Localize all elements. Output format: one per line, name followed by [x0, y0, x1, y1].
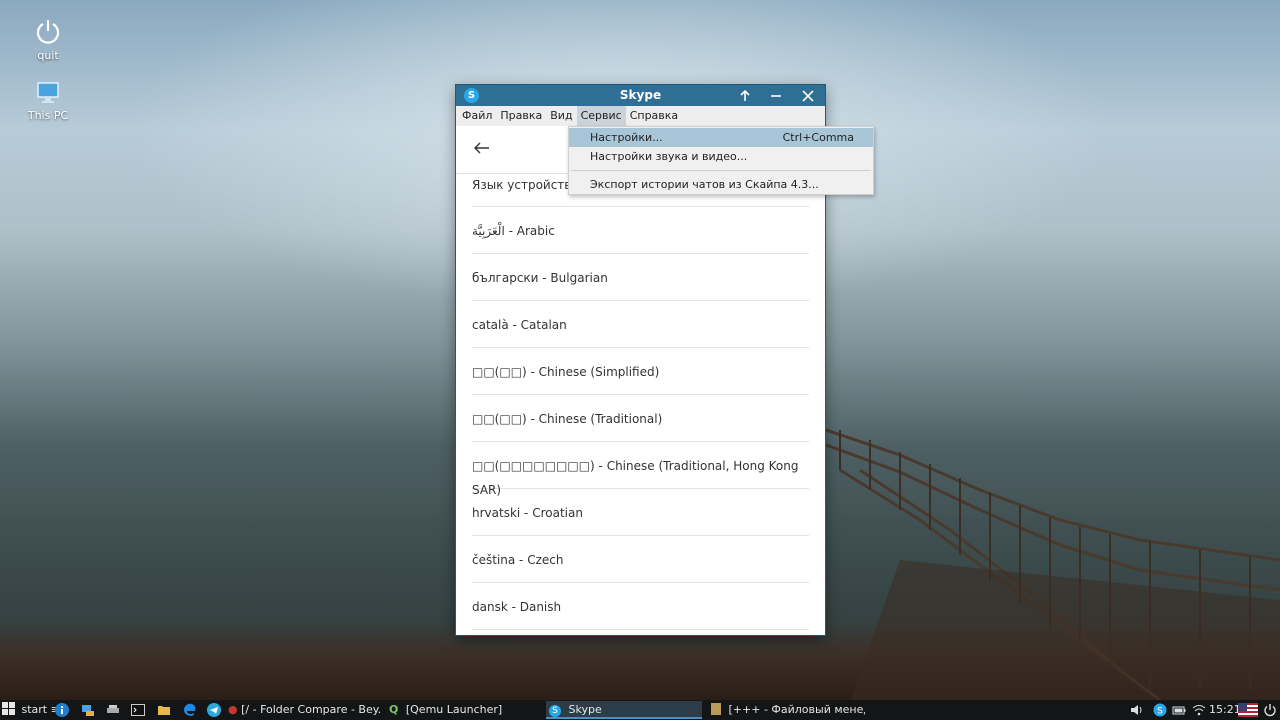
- language-label: hrvatski - Croatian: [472, 506, 583, 520]
- power-icon: [36, 20, 60, 44]
- language-item[interactable]: čeština - Czech: [472, 536, 809, 583]
- menu-separator: [571, 170, 871, 171]
- menu-item-export-history[interactable]: Экспорт истории чатов из Скайпа 4.3...: [569, 175, 873, 194]
- edge-browser-icon[interactable]: [183, 703, 197, 717]
- language-label: български - Bulgarian: [472, 271, 608, 285]
- telegram-icon[interactable]: [207, 703, 221, 717]
- language-label: dansk - Danish: [472, 600, 562, 614]
- menu-help[interactable]: Справка: [626, 106, 682, 126]
- desktop-icon-label: quit: [37, 49, 59, 62]
- menu-item-shortcut: Ctrl+Comma: [782, 131, 854, 144]
- language-item[interactable]: català - Catalan: [472, 301, 809, 348]
- desktop-icon-this-pc[interactable]: This PC: [13, 80, 83, 122]
- task-folder-compare[interactable]: ● [/ - Folder Compare - Bey...: [228, 701, 380, 719]
- minimize-button[interactable]: [767, 87, 785, 104]
- desktop-icon-label: This PC: [27, 109, 69, 122]
- language-item[interactable]: dansk - Danish: [472, 583, 809, 630]
- task-label: [/ - Folder Compare - Bey...: [241, 703, 380, 716]
- task-label: [Qemu Launcher]: [405, 703, 503, 716]
- arrow-up-icon: [740, 89, 750, 101]
- file-manager-icon: [711, 703, 721, 715]
- menu-bar: Файл Правка Вид Сервис Справка: [456, 106, 825, 126]
- menu-item-label: Настройки звука и видео...: [590, 150, 748, 163]
- language-label: čeština - Czech: [472, 553, 564, 567]
- language-label: الْعَرَبِيَّة - Arabic: [472, 224, 555, 238]
- battery-icon[interactable]: [1172, 703, 1186, 717]
- start-button[interactable]: start ≡: [2, 700, 60, 720]
- svg-text:S: S: [1157, 707, 1163, 717]
- menu-item-label: Настройки...: [590, 131, 663, 144]
- menu-item-label: Экспорт истории чатов из Скайпа 4.3...: [590, 178, 819, 191]
- task-skype[interactable]: S Skype: [546, 701, 702, 719]
- language-item[interactable]: hrvatski - Croatian: [472, 489, 809, 536]
- menu-file[interactable]: Файл: [458, 106, 496, 126]
- language-label: català - Catalan: [472, 318, 567, 332]
- language-settings-panel: Язык устройства الْعَرَبِيَّة - Arabic б…: [456, 126, 825, 635]
- back-arrow-icon[interactable]: [472, 138, 492, 158]
- volume-icon[interactable]: [1130, 703, 1144, 717]
- qemu-icon: Q: [389, 703, 399, 716]
- computer-icon: [37, 82, 59, 103]
- task-qemu-launcher[interactable]: Q [Qemu Launcher]: [389, 701, 539, 719]
- wifi-icon[interactable]: [1192, 703, 1206, 717]
- us-flag-icon[interactable]: [1238, 703, 1258, 717]
- desktop-icon-quit[interactable]: quit: [13, 18, 83, 62]
- taskbar: start ≡ ● [/ - Folder Compare - Bey... Q…: [0, 700, 1280, 720]
- power-icon[interactable]: [1263, 703, 1277, 717]
- language-item[interactable]: □□(□□) - Chinese (Traditional): [472, 395, 809, 442]
- task-file-manager[interactable]: [+++ - Файловый менедж...: [709, 701, 865, 719]
- menu-item-audio-video-settings[interactable]: Настройки звука и видео...: [569, 147, 873, 166]
- task-label: Skype: [568, 703, 602, 716]
- beyond-compare-icon: ●: [228, 703, 238, 716]
- language-list: Язык устройства الْعَرَبِيَّة - Arabic б…: [472, 174, 809, 630]
- menu-tools[interactable]: Сервис: [576, 106, 626, 126]
- start-label: start: [21, 703, 48, 716]
- menu-view[interactable]: Вид: [546, 106, 576, 126]
- close-icon: [802, 90, 814, 102]
- title-bar[interactable]: S Skype: [456, 85, 825, 106]
- folder-icon[interactable]: [157, 703, 171, 717]
- terminal-icon[interactable]: [131, 703, 145, 717]
- tools-menu-dropdown: Настройки... Ctrl+Comma Настройки звука …: [568, 126, 874, 195]
- windows-logo-icon: [2, 702, 15, 715]
- close-button[interactable]: [799, 87, 817, 104]
- menu-edit[interactable]: Правка: [496, 106, 546, 126]
- language-label: □□(□□) - Chinese (Traditional): [472, 412, 663, 426]
- drive-icon[interactable]: [106, 703, 120, 717]
- network-drive-icon[interactable]: [81, 703, 95, 717]
- clock[interactable]: 15:21: [1209, 700, 1241, 720]
- language-item[interactable]: □□(□□) - Chinese (Simplified): [472, 348, 809, 395]
- language-item[interactable]: □□(□□□□□□□□) - Chinese (Traditional, Hon…: [472, 442, 809, 497]
- language-item[interactable]: الْعَرَبِيَّة - Arabic: [472, 207, 809, 254]
- menu-item-settings[interactable]: Настройки... Ctrl+Comma: [569, 128, 873, 147]
- skype-tray-icon[interactable]: S: [1153, 703, 1167, 717]
- info-icon[interactable]: [55, 703, 69, 717]
- keep-above-button[interactable]: [736, 87, 754, 104]
- minimize-icon: [771, 95, 781, 97]
- task-label: [+++ - Файловый менедж...: [728, 703, 866, 716]
- language-item[interactable]: български - Bulgarian: [472, 254, 809, 301]
- skype-icon: S: [549, 705, 561, 717]
- language-label: □□(□□) - Chinese (Simplified): [472, 365, 660, 379]
